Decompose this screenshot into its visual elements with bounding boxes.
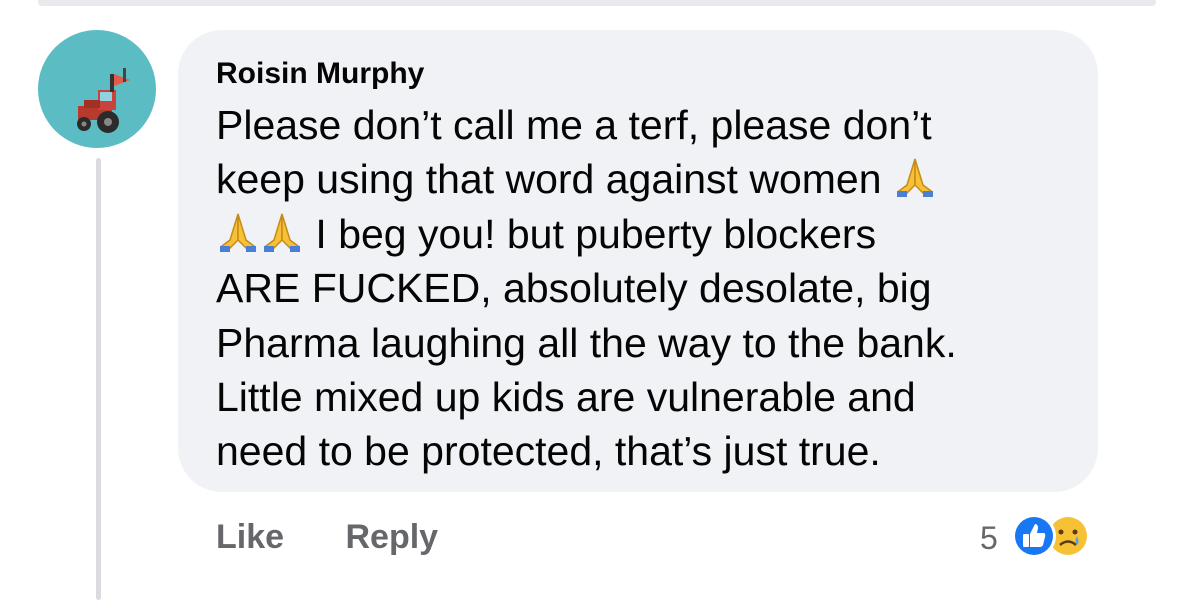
comment-line: need to be protected, that’s just true.: [216, 428, 881, 475]
folded-hands-icon: [260, 210, 304, 254]
comment-line: I beg you! but puberty blockers: [216, 207, 1068, 261]
folded-hands-icon: [893, 155, 937, 199]
like-button[interactable]: Like: [216, 514, 284, 560]
comment-line: ARE FUCKED, absolutely desolate, big: [216, 265, 932, 312]
like-reaction-icon: [1012, 514, 1056, 558]
reaction-count: 5: [980, 520, 998, 556]
comment-text: Please don’t call me a terf, please don’…: [216, 98, 1068, 479]
top-divider: [38, 0, 1156, 6]
comment-line: Little mixed up kids are vulnerable and: [216, 373, 916, 420]
comment-author[interactable]: Roisin Murphy: [216, 56, 1068, 92]
comment-bubble: Roisin Murphy Please don’t call me a ter…: [178, 30, 1098, 492]
tractor-icon: [77, 68, 130, 133]
reply-button[interactable]: Reply: [346, 514, 439, 560]
comment-line: Pharma laughing all the way to the bank.: [216, 319, 957, 366]
comment-line: keep using that word against women: [216, 152, 1068, 206]
avatar[interactable]: [38, 30, 156, 148]
comment-actions: Like Reply: [216, 514, 438, 560]
folded-hands-icon: [216, 210, 260, 254]
comment-line: Please don’t call me a terf, please don’…: [216, 102, 932, 148]
thread-line: [96, 158, 101, 600]
